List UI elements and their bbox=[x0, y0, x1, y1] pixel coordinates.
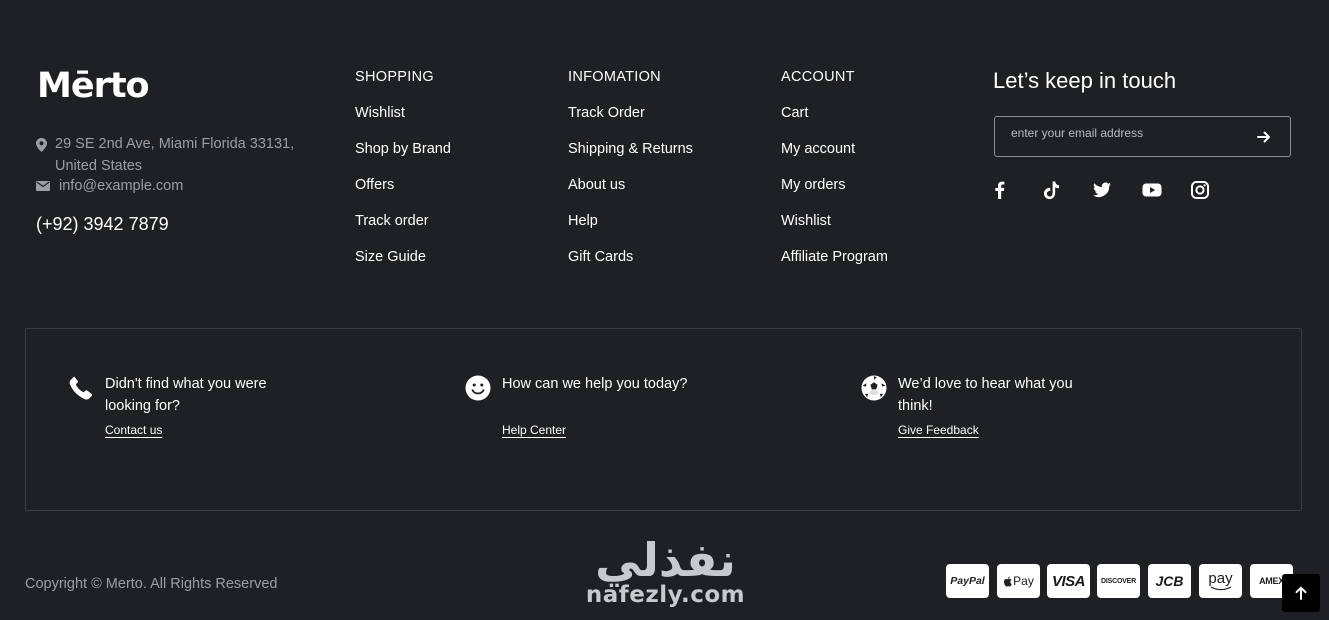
email-input[interactable] bbox=[1011, 126, 1241, 140]
help-center-link[interactable]: Help Center bbox=[502, 423, 566, 437]
envelope-icon bbox=[36, 181, 50, 191]
smile-icon bbox=[465, 375, 491, 401]
twitter-icon[interactable] bbox=[1092, 180, 1112, 200]
column-title: ACCOUNT bbox=[781, 69, 855, 85]
shopping-column: SHOPPING Wishlist Shop by Brand Offers T… bbox=[355, 69, 451, 285]
map-pin-icon bbox=[36, 138, 47, 152]
account-column: ACCOUNT Cart My account My orders Wishli… bbox=[781, 69, 888, 285]
link-help[interactable]: Help bbox=[568, 213, 693, 229]
link-gift-cards[interactable]: Gift Cards bbox=[568, 249, 693, 265]
link-size-guide[interactable]: Size Guide bbox=[355, 249, 451, 265]
link-my-orders[interactable]: My orders bbox=[781, 177, 888, 193]
instagram-icon[interactable] bbox=[1190, 180, 1210, 200]
phone-number[interactable]: (+92) 3942 7879 bbox=[36, 214, 169, 235]
link-track-order[interactable]: Track order bbox=[355, 213, 451, 229]
information-column: INFOMATION Track Order Shipping & Return… bbox=[568, 69, 693, 285]
watermark: نفذلي nafezly.com bbox=[583, 534, 748, 608]
newsletter-form bbox=[994, 116, 1291, 157]
column-title: INFOMATION bbox=[568, 69, 661, 85]
store-email[interactable]: info@example.com bbox=[36, 177, 183, 195]
apple-pay-card: Pay bbox=[997, 564, 1040, 598]
help-question: We’d love to hear what you think! bbox=[898, 376, 1073, 414]
link-my-account[interactable]: My account bbox=[781, 141, 888, 157]
watermark-arabic: نفذلي bbox=[595, 533, 736, 587]
column-title: SHOPPING bbox=[355, 69, 434, 85]
paypal-card: PayPal bbox=[946, 564, 989, 598]
help-box bbox=[25, 328, 1302, 511]
tiktok-icon[interactable] bbox=[1041, 180, 1061, 200]
jcb-card: JCB bbox=[1148, 564, 1191, 598]
visa-card: VISA bbox=[1047, 564, 1090, 598]
arrow-right-icon[interactable] bbox=[1256, 129, 1272, 145]
link-cart[interactable]: Cart bbox=[781, 105, 888, 121]
help-question: How can we help you today? bbox=[502, 376, 688, 392]
youtube-icon[interactable] bbox=[1142, 180, 1162, 200]
copyright: Copyright © Merto. All Rights Reserved bbox=[25, 576, 278, 592]
back-to-top-button[interactable] bbox=[1282, 574, 1320, 612]
watermark-latin: nafezly.com bbox=[585, 582, 746, 608]
arrow-up-icon bbox=[1295, 586, 1307, 600]
email-text: info@example.com bbox=[59, 178, 184, 194]
link-wishlist[interactable]: Wishlist bbox=[355, 105, 451, 121]
logo[interactable]: Mērto bbox=[37, 66, 150, 106]
contact-us-link[interactable]: Contact us bbox=[105, 423, 162, 437]
address-text: 29 SE 2nd Ave, Miami Florida 33131, Unit… bbox=[55, 136, 295, 174]
store-address: 29 SE 2nd Ave, Miami Florida 33131, Unit… bbox=[36, 133, 296, 177]
discover-card: DISCOVER bbox=[1097, 564, 1140, 598]
link-offers[interactable]: Offers bbox=[355, 177, 451, 193]
give-feedback-link[interactable]: Give Feedback bbox=[898, 423, 979, 437]
link-shop-by-brand[interactable]: Shop by Brand bbox=[355, 141, 451, 157]
facebook-icon[interactable] bbox=[990, 180, 1010, 200]
link-about-us[interactable]: About us bbox=[568, 177, 693, 193]
phone-icon bbox=[69, 376, 93, 400]
apple-icon bbox=[1004, 576, 1012, 586]
amazon-pay-card: pay bbox=[1199, 564, 1242, 598]
football-icon bbox=[861, 375, 887, 401]
help-question: Didn't find what you were looking for? bbox=[105, 376, 267, 414]
link-wishlist[interactable]: Wishlist bbox=[781, 213, 888, 229]
link-affiliate-program[interactable]: Affiliate Program bbox=[781, 249, 888, 265]
newsletter-title: Let’s keep in touch bbox=[993, 68, 1177, 93]
link-shipping-returns[interactable]: Shipping & Returns bbox=[568, 141, 693, 157]
link-track-order[interactable]: Track Order bbox=[568, 105, 693, 121]
amazon-smile-icon bbox=[1210, 585, 1231, 590]
